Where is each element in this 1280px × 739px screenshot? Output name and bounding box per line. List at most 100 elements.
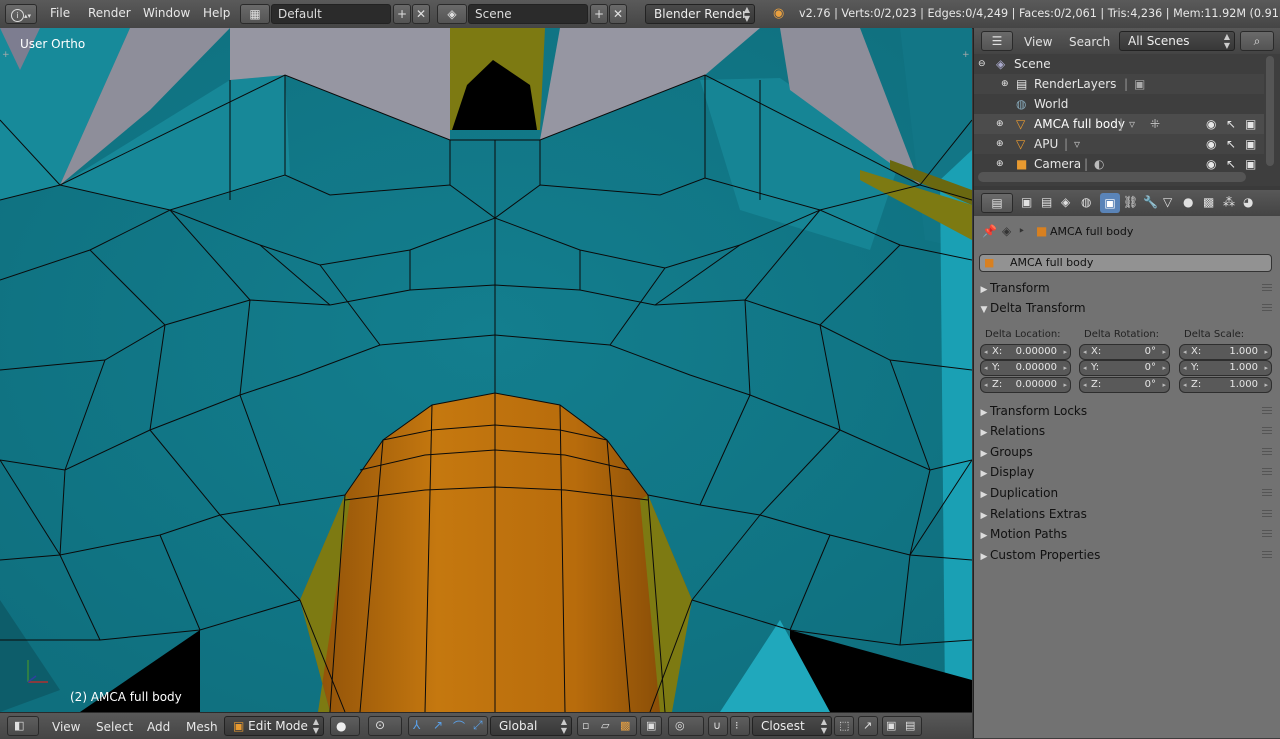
outliner-editor-type-button[interactable]: ☰ bbox=[981, 31, 1013, 51]
properties-region-toggle-icon[interactable]: + bbox=[962, 50, 970, 60]
material-tab-icon[interactable]: ● bbox=[1183, 195, 1193, 209]
panel-transform[interactable]: ▶ Transform bbox=[978, 278, 1274, 298]
clapper-icon[interactable]: ▤ bbox=[905, 719, 915, 732]
select-cursor-icon[interactable]: ↖ bbox=[1226, 134, 1236, 154]
object-name-field[interactable]: ■ AMCA full body bbox=[979, 254, 1272, 272]
mode-dropdown[interactable]: ▣ Edit Mode ▲ ▼ bbox=[224, 716, 324, 736]
delta-location-x-field[interactable]: ◂ X: 0.00000 ▸ bbox=[980, 344, 1071, 360]
editor-type-info-button[interactable]: i ▴▾ bbox=[5, 4, 37, 24]
panel-motion-paths[interactable]: ▶ Motion Paths bbox=[978, 524, 1274, 544]
menu-help[interactable]: Help bbox=[203, 6, 230, 20]
physics-tab-icon[interactable]: ◕ bbox=[1243, 195, 1253, 209]
delta-rotation-x-field[interactable]: ◂ X: 0° ▸ bbox=[1079, 344, 1170, 360]
drag-grip-icon[interactable] bbox=[1262, 304, 1272, 312]
expand-icon[interactable]: ⊕ bbox=[996, 154, 1004, 174]
rotate-icon[interactable]: ⌒ bbox=[453, 718, 465, 735]
viewport-shading-button[interactable]: ● bbox=[330, 716, 360, 736]
delete-layout-button[interactable]: ✕ bbox=[412, 4, 430, 24]
snap-toggle-button[interactable]: ∪ bbox=[708, 716, 728, 736]
drag-grip-icon[interactable] bbox=[1262, 448, 1272, 456]
panel-display[interactable]: ▶ Display bbox=[978, 462, 1274, 482]
menu-window[interactable]: Window bbox=[143, 6, 190, 20]
outliner-display-mode-dropdown[interactable]: All Scenes ▲ ▼ bbox=[1119, 31, 1235, 51]
outliner-vertical-scrollbar[interactable] bbox=[1266, 56, 1274, 166]
collapse-icon[interactable]: ⊖ bbox=[978, 54, 986, 74]
select-mode-buttons[interactable]: ▫ ▱ ▩ bbox=[577, 716, 637, 736]
visibility-eye-icon[interactable]: ◉ bbox=[1206, 154, 1216, 174]
vertex-select-icon[interactable]: ▫ bbox=[582, 719, 589, 732]
expand-icon[interactable]: ⊕ bbox=[1001, 74, 1009, 94]
pivot-point-button[interactable]: ⊙ bbox=[368, 716, 402, 736]
render-camera-icon[interactable]: ▣ bbox=[1245, 134, 1256, 154]
render-preview-button[interactable]: ↗ bbox=[858, 716, 878, 736]
outliner-row-amca-full-body[interactable]: ⊕ ▽ AMCA full body | ▿ ⁜ ◉ ↖ ▣ bbox=[974, 114, 1264, 134]
snap-target-dropdown[interactable]: Closest ▲ ▼ bbox=[752, 716, 832, 736]
outliner-search-button[interactable]: ⌕ bbox=[1240, 31, 1274, 51]
scene-browse-button[interactable]: ◈ bbox=[437, 4, 467, 24]
drag-grip-icon[interactable] bbox=[1262, 489, 1272, 497]
outliner-row-scene[interactable]: ⊖ ◈ Scene bbox=[974, 54, 1264, 74]
add-scene-button[interactable]: + bbox=[590, 4, 608, 24]
transform-orientation-dropdown[interactable]: Global ▲ ▼ bbox=[490, 716, 572, 736]
delta-scale-y-field[interactable]: ◂ Y: 1.000 ▸ bbox=[1179, 360, 1272, 376]
outliner-row-world[interactable]: ◍ World bbox=[974, 94, 1264, 114]
menu-render[interactable]: Render bbox=[88, 6, 131, 20]
face-select-icon[interactable]: ▩ bbox=[620, 719, 630, 732]
render-engine-dropdown[interactable]: Blender Render ▲ ▼ bbox=[645, 4, 755, 24]
editor-type-button[interactable]: ◧ bbox=[7, 716, 39, 736]
outliner-menu-search[interactable]: Search bbox=[1069, 35, 1110, 49]
visibility-eye-icon[interactable]: ◉ bbox=[1206, 114, 1216, 134]
scene-tab-icon[interactable]: ◈ bbox=[1061, 195, 1070, 209]
delta-scale-z-field[interactable]: ◂ Z: 1.000 ▸ bbox=[1179, 377, 1272, 393]
properties-editor-type-button[interactable]: ▤ bbox=[981, 193, 1013, 213]
panel-delta-transform[interactable]: ▼ Delta Transform bbox=[978, 298, 1274, 318]
outliner-row-apu[interactable]: ⊕ ▽ APU | ▿ ◉ ↖ ▣ bbox=[974, 134, 1264, 154]
select-cursor-icon[interactable]: ↖ bbox=[1226, 114, 1236, 134]
constraints-tab-icon[interactable]: ⛓ bbox=[1123, 195, 1138, 209]
drag-grip-icon[interactable] bbox=[1262, 530, 1272, 538]
delta-rotation-z-field[interactable]: ◂ Z: 0° ▸ bbox=[1079, 377, 1170, 393]
add-layout-button[interactable]: + bbox=[393, 4, 411, 24]
snap-align-button[interactable]: ⬚ bbox=[834, 716, 854, 736]
panel-groups[interactable]: ▶ Groups bbox=[978, 442, 1274, 462]
visibility-eye-icon[interactable]: ◉ bbox=[1206, 134, 1216, 154]
delta-location-y-field[interactable]: ◂ Y: 0.00000 ▸ bbox=[980, 360, 1071, 376]
drag-grip-icon[interactable] bbox=[1262, 427, 1272, 435]
texture-tab-icon[interactable]: ▩ bbox=[1203, 195, 1214, 209]
translate-icon[interactable]: ↗ bbox=[433, 718, 443, 732]
manipulator-toggle-icon[interactable]: ⅄ bbox=[413, 718, 420, 732]
menu-mesh[interactable]: Mesh bbox=[186, 720, 218, 734]
drag-grip-icon[interactable] bbox=[1262, 284, 1272, 292]
snap-element-button[interactable]: ⁝ bbox=[730, 716, 750, 736]
panel-relations-extras[interactable]: ▶ Relations Extras bbox=[978, 504, 1274, 524]
delta-rotation-y-field[interactable]: ◂ Y: 0° ▸ bbox=[1079, 360, 1170, 376]
delta-scale-x-field[interactable]: ◂ X: 1.000 ▸ bbox=[1179, 344, 1272, 360]
drag-grip-icon[interactable] bbox=[1262, 551, 1272, 559]
data-tab-icon[interactable]: ▽ bbox=[1163, 195, 1172, 209]
camera-render-icon[interactable]: ▣ bbox=[886, 719, 896, 732]
delta-location-z-field[interactable]: ◂ Z: 0.00000 ▸ bbox=[980, 377, 1071, 393]
modifiers-tab-icon[interactable]: 🔧 bbox=[1143, 195, 1158, 209]
scene-field[interactable]: Scene bbox=[468, 4, 588, 24]
outliner-horizontal-scrollbar[interactable] bbox=[978, 172, 1246, 182]
menu-file[interactable]: File bbox=[50, 6, 70, 20]
render-tab-icon[interactable]: ▣ bbox=[1021, 195, 1032, 209]
drag-grip-icon[interactable] bbox=[1262, 510, 1272, 518]
opengl-render-buttons[interactable]: ▣ ▤ bbox=[882, 716, 922, 736]
mesh-render[interactable] bbox=[0, 28, 972, 712]
expand-icon[interactable]: ⊕ bbox=[996, 114, 1004, 134]
manipulator-buttons[interactable]: ⅄ ↗ ⌒ ⤢ bbox=[408, 716, 488, 736]
screen-layout-field[interactable]: Default bbox=[271, 4, 391, 24]
render-camera-icon[interactable]: ▣ bbox=[1245, 154, 1256, 174]
select-cursor-icon[interactable]: ↖ bbox=[1226, 154, 1236, 174]
screen-layout-browse-button[interactable]: ▦ bbox=[240, 4, 270, 24]
world-tab-icon[interactable]: ◍ bbox=[1081, 195, 1091, 209]
panel-duplication[interactable]: ▶ Duplication bbox=[978, 483, 1274, 503]
pin-icon[interactable]: 📌 bbox=[982, 224, 997, 238]
menu-view[interactable]: View bbox=[52, 720, 80, 734]
drag-grip-icon[interactable] bbox=[1262, 468, 1272, 476]
proportional-editing-button[interactable]: ◎ bbox=[668, 716, 704, 736]
menu-select[interactable]: Select bbox=[96, 720, 133, 734]
edge-select-icon[interactable]: ▱ bbox=[601, 719, 609, 732]
panel-transform-locks[interactable]: ▶ Transform Locks bbox=[978, 401, 1274, 421]
